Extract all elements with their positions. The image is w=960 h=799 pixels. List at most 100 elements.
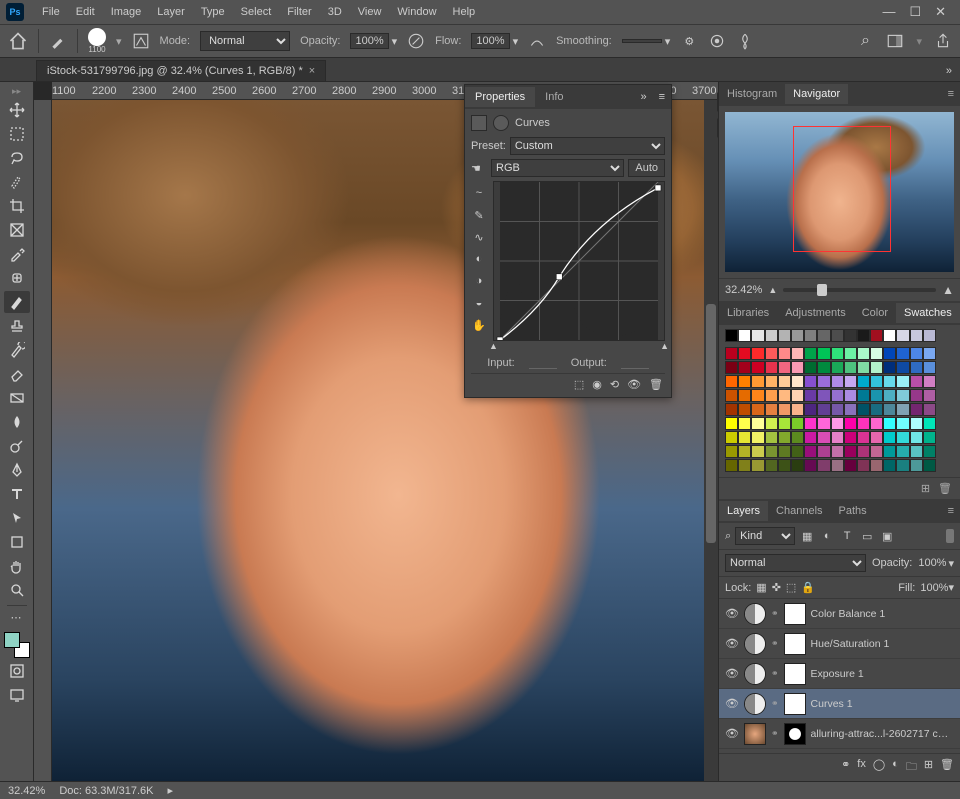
swatch[interactable] [765,445,778,458]
frame-tool[interactable] [4,219,30,241]
swatch[interactable] [910,445,923,458]
layer-name[interactable]: Hue/Saturation 1 [811,638,954,650]
blend-mode-select[interactable]: Normal [200,31,290,51]
swatch[interactable] [765,417,778,430]
visibility-icon[interactable]: 👁 [725,607,739,620]
pressure-opacity-icon[interactable] [407,32,425,50]
layer-name[interactable]: Exposure 1 [811,668,954,680]
eyedropper-tool[interactable] [4,243,30,265]
swatch[interactable] [910,329,923,342]
swatch[interactable] [896,375,909,388]
swatch[interactable] [751,389,764,402]
type-tool[interactable] [4,483,30,505]
swatch[interactable] [738,445,751,458]
swatch[interactable] [883,389,896,402]
zoom-tool[interactable] [4,579,30,601]
minimize-button[interactable]: — [882,4,895,20]
swatch[interactable] [725,459,738,472]
tab-channels[interactable]: Channels [768,501,830,521]
swatch[interactable] [896,347,909,360]
crop-tool[interactable] [4,195,30,217]
swatch[interactable] [857,389,870,402]
brush-panel-icon[interactable] [132,32,150,50]
edit-toolbar-icon[interactable]: ⋯ [4,610,30,624]
swatch[interactable] [804,329,817,342]
dock-icon-1[interactable]: ◧ [717,92,718,112]
black-point-icon[interactable]: ◒ [471,295,487,311]
panel-menu-icon[interactable]: ≡ [942,505,960,517]
swatch[interactable] [791,329,804,342]
swatch[interactable] [725,445,738,458]
swatch[interactable] [831,417,844,430]
visibility-icon[interactable]: 👁 [725,727,739,740]
airbrush-icon[interactable] [528,32,546,50]
tab-navigator[interactable]: Navigator [785,84,848,104]
swatch[interactable] [738,403,751,416]
swatch[interactable] [778,445,791,458]
swatch[interactable] [778,417,791,430]
healing-tool[interactable] [4,267,30,289]
swatch[interactable] [817,361,830,374]
swatch[interactable] [791,431,804,444]
hand-tool[interactable] [4,555,30,577]
swatch[interactable] [831,361,844,374]
blur-tool[interactable] [4,411,30,433]
swatch[interactable] [857,375,870,388]
swatch[interactable] [844,431,857,444]
swatch[interactable] [817,459,830,472]
swatch[interactable] [738,459,751,472]
swatch[interactable] [738,361,751,374]
brush-tool[interactable] [4,291,30,313]
swatch[interactable] [883,403,896,416]
fill-field[interactable]: 100%▾ [920,581,954,594]
filter-pixel-icon[interactable]: ▦ [799,528,815,544]
swatch[interactable] [857,361,870,374]
document-tab[interactable]: iStock-531799796.jpg @ 32.4% (Curves 1, … [36,60,326,81]
swatch[interactable] [896,417,909,430]
reset-icon[interactable]: ⟲ [610,378,619,391]
home-icon[interactable] [8,31,28,51]
quick-mask-icon[interactable] [4,660,30,682]
swatch[interactable] [791,459,804,472]
swatch[interactable] [804,445,817,458]
layer-name[interactable]: alluring-attrac...l-2602717 copy [811,728,954,740]
swatch[interactable] [738,375,751,388]
tab-histogram[interactable]: Histogram [719,84,785,104]
swatch[interactable] [791,403,804,416]
stamp-tool[interactable] [4,315,30,337]
eraser-tool[interactable] [4,363,30,385]
menu-select[interactable]: Select [233,3,280,21]
brush-preset[interactable]: 1100 [88,28,106,54]
workspace-icon[interactable] [886,32,904,50]
swatch[interactable] [883,431,896,444]
white-point-icon[interactable]: ◐ [471,251,487,267]
swatch[interactable] [883,375,896,388]
pen-tool[interactable] [4,459,30,481]
swatch[interactable] [857,329,870,342]
move-tool[interactable] [4,99,30,121]
delete-layer-icon[interactable]: 🗑 [940,758,954,777]
swatch[interactable] [778,403,791,416]
swatch[interactable] [883,417,896,430]
swatch[interactable] [751,375,764,388]
swatch[interactable] [804,417,817,430]
swatch[interactable] [910,431,923,444]
swatch[interactable] [844,403,857,416]
swatch[interactable] [870,459,883,472]
lock-all-icon[interactable]: 🔒 [801,581,815,594]
swatch[interactable] [883,361,896,374]
swatch[interactable] [923,417,936,430]
swatch[interactable] [870,361,883,374]
tool-preset-icon[interactable] [49,32,67,50]
swatch[interactable] [831,375,844,388]
swatch[interactable] [817,389,830,402]
swatch[interactable] [751,403,764,416]
navigator-proxy[interactable] [725,112,954,272]
swatch[interactable] [910,347,923,360]
layer-mask-icon[interactable]: ◯ [873,758,885,777]
menu-filter[interactable]: Filter [279,3,319,21]
navigator-viewbox[interactable] [793,126,891,252]
dodge-tool[interactable] [4,435,30,457]
swatch[interactable] [765,375,778,388]
swatch[interactable] [844,361,857,374]
